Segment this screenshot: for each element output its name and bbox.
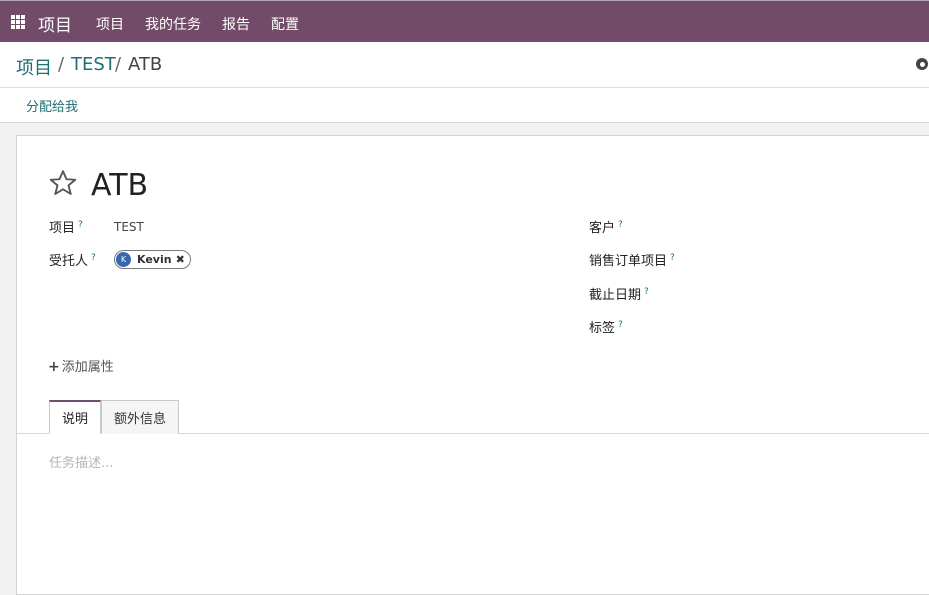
help-icon[interactable]: ? [644,287,649,297]
menu-item-configuration[interactable]: 配置 [271,14,299,34]
deadline-label: 截止日期? [589,284,649,303]
assignee-label: 受托人? [49,250,96,269]
project-field[interactable]: TEST [114,220,144,234]
customer-label: 客户? [589,217,623,236]
assignee-tag[interactable]: K Kevin ✖ [114,250,191,269]
deadline-label-text: 截止日期 [589,288,642,303]
help-icon[interactable]: ? [618,320,623,330]
tab-description[interactable]: 说明 [49,400,101,434]
menu-item-my-tasks[interactable]: 我的任务 [145,14,201,34]
breadcrumb-current: ATB [128,54,163,75]
project-label: 项目? [49,217,83,236]
star-icon[interactable] [48,168,78,198]
sale-line-label: 销售订单项目? [589,250,675,269]
help-icon[interactable]: ? [670,253,675,263]
tags-label-text: 标签 [589,321,616,336]
help-icon[interactable]: ? [91,253,96,263]
control-panel: 项目 / TEST / ATB [0,42,929,88]
project-label-text: 项目 [49,221,76,236]
assign-to-me-button[interactable]: 分配给我 [26,96,78,115]
assignee-name: Kevin [137,253,172,266]
form-sheet: ATB 项目? TEST 受托人? K Kevin ✖ 客户? 销售订单项目? … [16,135,929,595]
tab-extra-info[interactable]: 额外信息 [101,400,179,434]
breadcrumb-separator: / [58,54,65,75]
task-title[interactable]: ATB [91,168,148,203]
breadcrumb-projects[interactable]: 项目 [16,54,52,80]
form-statusbar: 分配给我 [0,88,929,123]
menu-item-reports[interactable]: 报告 [222,14,250,34]
help-icon[interactable]: ? [78,220,83,230]
description-editor[interactable]: 任务描述... [49,452,113,471]
remove-tag-icon[interactable]: ✖ [176,253,185,266]
add-property-button[interactable]: + 添加属性 [48,356,114,375]
plus-icon: + [48,359,60,375]
app-name[interactable]: 项目 [38,11,72,36]
breadcrumb-test[interactable]: TEST [71,54,116,75]
sale-line-label-text: 销售订单项目 [589,254,668,269]
apps-grid-icon[interactable] [11,15,25,29]
menu-item-projects[interactable]: 项目 [96,14,124,34]
assignee-label-text: 受托人 [49,254,89,269]
gear-icon[interactable] [916,58,928,70]
customer-label-text: 客户 [589,221,616,236]
top-nav-bar: 项目 项目 我的任务 报告 配置 [0,0,929,42]
breadcrumb-separator: / [115,54,122,75]
add-property-label: 添加属性 [61,360,114,375]
tags-label: 标签? [589,317,623,336]
avatar: K [116,252,131,267]
help-icon[interactable]: ? [618,220,623,230]
